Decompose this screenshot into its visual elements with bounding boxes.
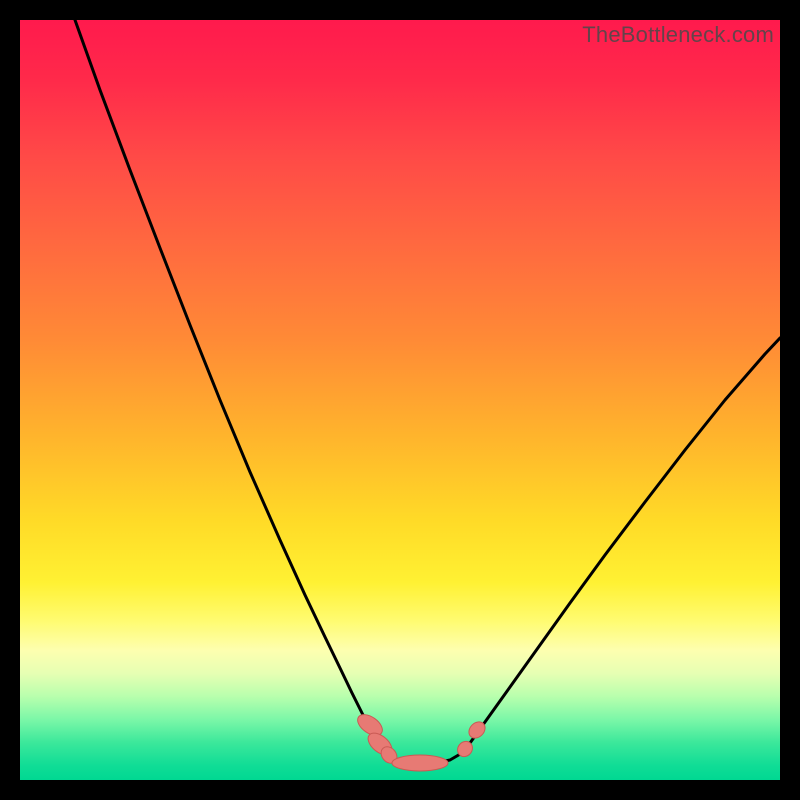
chart-frame: TheBottleneck.com [20, 20, 780, 780]
curve-right-curve [462, 338, 780, 753]
plot-svg [20, 20, 780, 780]
curve-left-curve [75, 20, 382, 753]
marker-floor-bar [392, 755, 448, 771]
